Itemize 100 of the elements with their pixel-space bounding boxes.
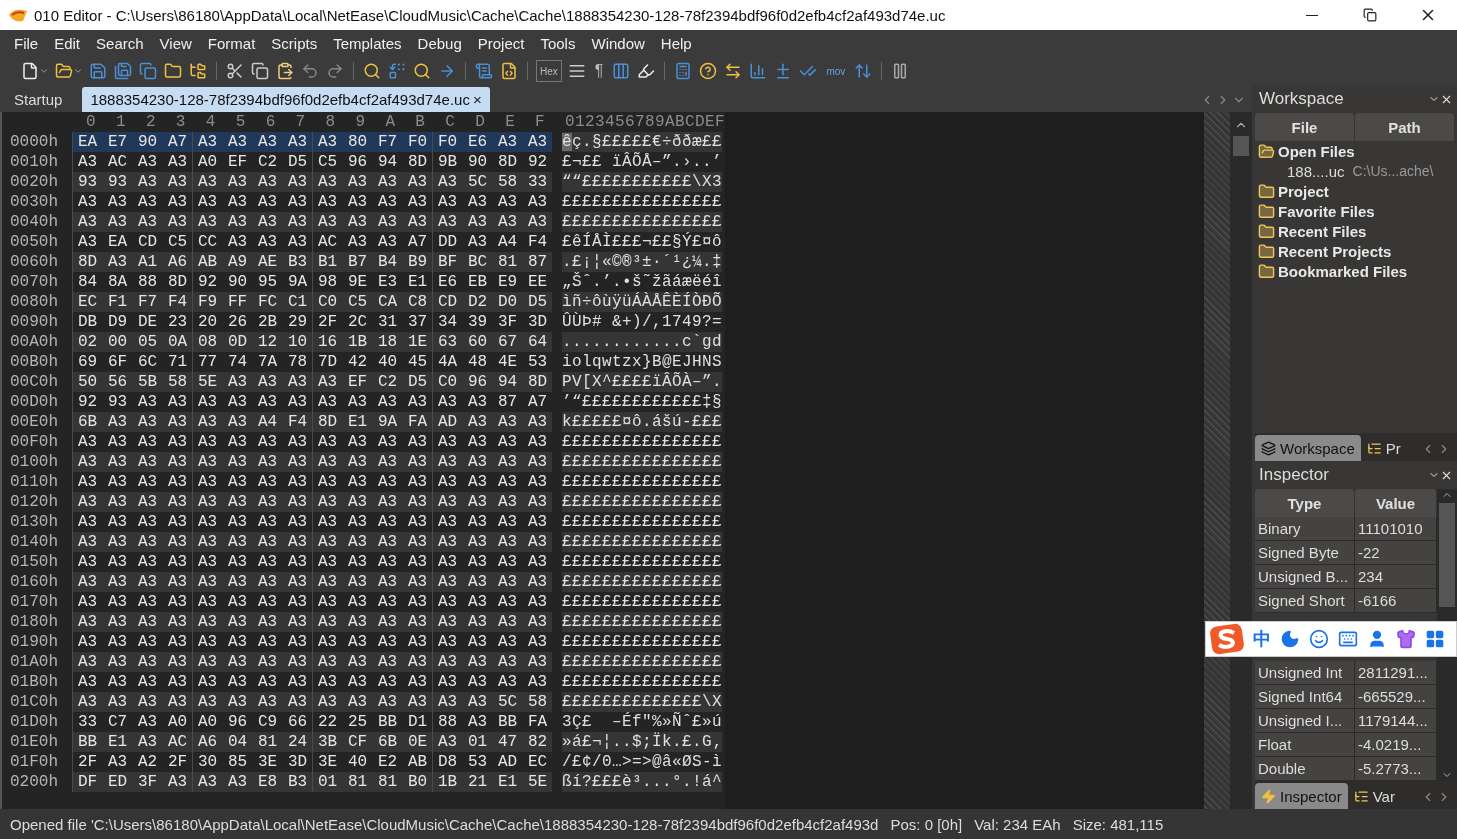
hex-bytes-row[interactable]: 6B A3 A3 A3 A3 A3 A4 F4 8D E1 9A FA AD A3 A3 A3 bbox=[72, 412, 552, 432]
file-name[interactable]: 188....uc bbox=[1287, 162, 1345, 180]
tree-item[interactable]: Bookmarked Files bbox=[1278, 262, 1408, 280]
scrollbar-thumb[interactable] bbox=[1233, 136, 1249, 156]
column-header: 3 bbox=[174, 113, 187, 131]
file-tab[interactable]: 1888354230-128-78f2394bdf96f0d2efb4cf2af493d74e.uc × bbox=[82, 87, 490, 112]
tree-item[interactable]: Recent Files bbox=[1278, 222, 1367, 240]
dropdown-caret-icon[interactable] bbox=[73, 66, 83, 76]
column-header: A bbox=[384, 113, 396, 131]
hex-bytes: A3 A3 A3 A3 bbox=[312, 652, 432, 672]
menu-item[interactable]: Tools bbox=[532, 35, 584, 52]
column-header[interactable]: Value bbox=[1355, 489, 1437, 517]
highlighter-icon[interactable] bbox=[636, 61, 657, 81]
shirt-icon[interactable] bbox=[1396, 629, 1416, 649]
offset-label: 01A0h bbox=[9, 653, 59, 671]
hex-bytes-row[interactable]: DF ED 3F A3 A3 A3 E8 B3 01 81 81 B0 1B 21 E1 5E bbox=[72, 772, 552, 792]
vertical-scrollbar[interactable] bbox=[1230, 112, 1252, 809]
grid-icon[interactable] bbox=[1425, 629, 1445, 649]
hex-editor[interactable] bbox=[0, 112, 725, 809]
menu-item[interactable]: File bbox=[6, 35, 47, 52]
template-icon[interactable] bbox=[499, 61, 519, 81]
moon-icon[interactable] bbox=[1280, 629, 1300, 649]
show-whitespace-button[interactable]: ¶ bbox=[591, 60, 607, 82]
offset-label: 0150h bbox=[9, 553, 59, 571]
hex-bytes: EA E7 90 A7 bbox=[72, 132, 192, 152]
hex-bytes-row[interactable]: A3 A3 A3 A3 A3 A3 A3 A3 A3 A3 A3 A3 A3 A3 A3 A3 bbox=[72, 572, 552, 592]
hex-bytes: A3 EF C2 D5 bbox=[312, 372, 432, 392]
hex-bytes-row[interactable]: 50 56 5B 58 5E A3 A3 A3 A3 EF C2 D5 C0 96 94 8D bbox=[72, 372, 552, 392]
menu-item[interactable]: Edit bbox=[46, 35, 89, 52]
hex-bytes-row[interactable]: EC F1 F7 F4 F9 FF FC C1 C0 C5 CA C8 CD D2 D0 D5 bbox=[72, 292, 552, 312]
menu-item[interactable]: Templates bbox=[325, 35, 410, 52]
redo-icon[interactable] bbox=[325, 61, 345, 81]
undo-icon[interactable] bbox=[300, 61, 320, 81]
hex-bytes-row[interactable]: A3 A3 A3 A3 A3 A3 A3 A3 A3 A3 A3 A3 A3 A3 A3 A3 bbox=[72, 212, 552, 232]
replace-icon[interactable] bbox=[387, 61, 407, 81]
paste-icon[interactable] bbox=[275, 61, 295, 81]
hex-bytes: F9 FF FC C1 bbox=[192, 292, 312, 312]
column-header: F bbox=[534, 113, 546, 131]
new-file-icon[interactable] bbox=[20, 61, 40, 81]
offset-label: 0200h bbox=[9, 773, 59, 791]
column-header[interactable]: Path bbox=[1355, 113, 1455, 141]
panel-tab[interactable]: Workspace bbox=[1255, 435, 1361, 461]
hex-bytes-row[interactable]: BB E1 A3 AC A6 04 81 24 3B CF 6B 0E A3 01 47 82 bbox=[72, 732, 552, 752]
search-icon[interactable] bbox=[362, 61, 382, 81]
mov-button[interactable]: mov bbox=[823, 60, 849, 82]
column-header[interactable]: Type bbox=[1255, 489, 1355, 517]
save-icon[interactable] bbox=[88, 61, 108, 81]
tree-item[interactable]: Open Files bbox=[1278, 142, 1355, 160]
ime-toolbar[interactable]: 中 bbox=[1205, 621, 1457, 657]
hex-bytes-row[interactable]: A3 A3 A3 A3 A3 A3 A3 A3 A3 A3 A3 A3 A3 A3 A3 A3 bbox=[72, 652, 552, 672]
copy-files-icon[interactable] bbox=[138, 61, 158, 81]
type-cell: Signed Byte bbox=[1255, 541, 1355, 564]
ascii-text: ££££££££££££££££ bbox=[562, 632, 723, 652]
file-tab[interactable]: Startup bbox=[6, 87, 71, 112]
hex-bytes-row[interactable]: 02 00 05 0A 08 0D 12 10 16 1B 18 1E 63 60 67 64 bbox=[72, 332, 552, 352]
smiley-icon[interactable] bbox=[1309, 629, 1329, 649]
panel-tab[interactable]: Pr bbox=[1360, 435, 1407, 461]
ime-logo-icon[interactable] bbox=[1210, 623, 1244, 655]
hex-toggle-button[interactable]: Hex bbox=[536, 60, 562, 82]
cut-icon[interactable] bbox=[225, 61, 245, 81]
panel-tab[interactable]: Var bbox=[1347, 783, 1401, 809]
menu-item[interactable]: Help bbox=[652, 35, 700, 52]
copy-icon[interactable] bbox=[250, 61, 270, 81]
menu-item[interactable]: Scripts bbox=[263, 35, 326, 52]
column-header[interactable]: File bbox=[1255, 113, 1355, 141]
folder-icon[interactable] bbox=[163, 61, 183, 81]
hex-bytes-row[interactable]: A3 A3 A3 A3 A3 A3 A3 A3 A3 A3 A3 A3 A3 A3 A3 A3 bbox=[72, 612, 552, 632]
open-folder-icon[interactable] bbox=[54, 61, 74, 81]
scrollbar-thumb[interactable] bbox=[1439, 503, 1455, 607]
hex-bytes-row[interactable]: A3 A3 A3 A3 A3 A3 A3 A3 A3 A3 A3 A3 A3 A3 A3 A3 bbox=[72, 452, 552, 472]
user-icon[interactable] bbox=[1367, 629, 1387, 649]
menu-item[interactable]: Window bbox=[583, 35, 653, 52]
hex-bytes: A3 A3 A3 A3 bbox=[192, 652, 312, 672]
hex-bytes-row[interactable]: EA E7 90 A7 A3 A3 A3 A3 A3 80 F7 F0 F0 E6 A3 A3 bbox=[72, 132, 552, 152]
menu-item[interactable]: View bbox=[151, 35, 200, 52]
menu-item[interactable]: Project bbox=[469, 35, 533, 52]
hex-bytes: A3 A3 A3 A3 bbox=[72, 572, 192, 592]
tree-item[interactable]: Favorite Files bbox=[1278, 202, 1375, 220]
menu-item[interactable]: Search bbox=[88, 35, 152, 52]
offset-label: 00C0h bbox=[9, 373, 59, 391]
type-cell: Signed Short bbox=[1255, 589, 1355, 612]
hex-bytes-row[interactable]: A3 A3 A3 A3 A3 A3 A3 A3 A3 A3 A3 A3 A3 A3 A3 A3 bbox=[72, 492, 552, 512]
hex-bytes: 08 0D 12 10 bbox=[192, 332, 312, 352]
hex-bytes-row[interactable]: 8D A3 A1 A6 AB A9 AE B3 B1 B7 B4 B9 BF BC 81 87 bbox=[72, 252, 552, 272]
hex-bytes-row[interactable]: A3 A3 A3 A3 A3 A3 A3 A3 A3 A3 A3 A3 A3 A3 5C 58 bbox=[72, 692, 552, 712]
input-mode-toggle[interactable]: 中 bbox=[1253, 627, 1271, 651]
columns-icon[interactable] bbox=[611, 61, 632, 81]
hex-bytes-row[interactable]: A3 A3 A3 A3 A3 A3 A3 A3 A3 A3 A3 A3 A3 A3 A3 A3 bbox=[72, 532, 552, 552]
tree-item[interactable]: Recent Projects bbox=[1278, 242, 1392, 260]
script-icon[interactable] bbox=[474, 61, 494, 81]
ascii-text: ££££££££££££££££ bbox=[562, 572, 723, 592]
hex-bytes-row[interactable]: 93 93 A3 A3 A3 A3 A3 A3 A3 A3 A3 A3 A3 5C 58 33 bbox=[72, 172, 552, 192]
save-all-icon[interactable] bbox=[113, 61, 133, 81]
keyboard-icon[interactable] bbox=[1338, 629, 1358, 649]
folder-tree-icon[interactable] bbox=[188, 61, 208, 81]
menu-item[interactable]: Format bbox=[199, 35, 264, 52]
tree-item[interactable]: Project bbox=[1278, 182, 1329, 200]
dropdown-caret-icon[interactable] bbox=[39, 66, 49, 76]
menu-item[interactable]: Debug bbox=[409, 35, 470, 52]
panel-tab[interactable]: Inspector bbox=[1255, 783, 1348, 809]
